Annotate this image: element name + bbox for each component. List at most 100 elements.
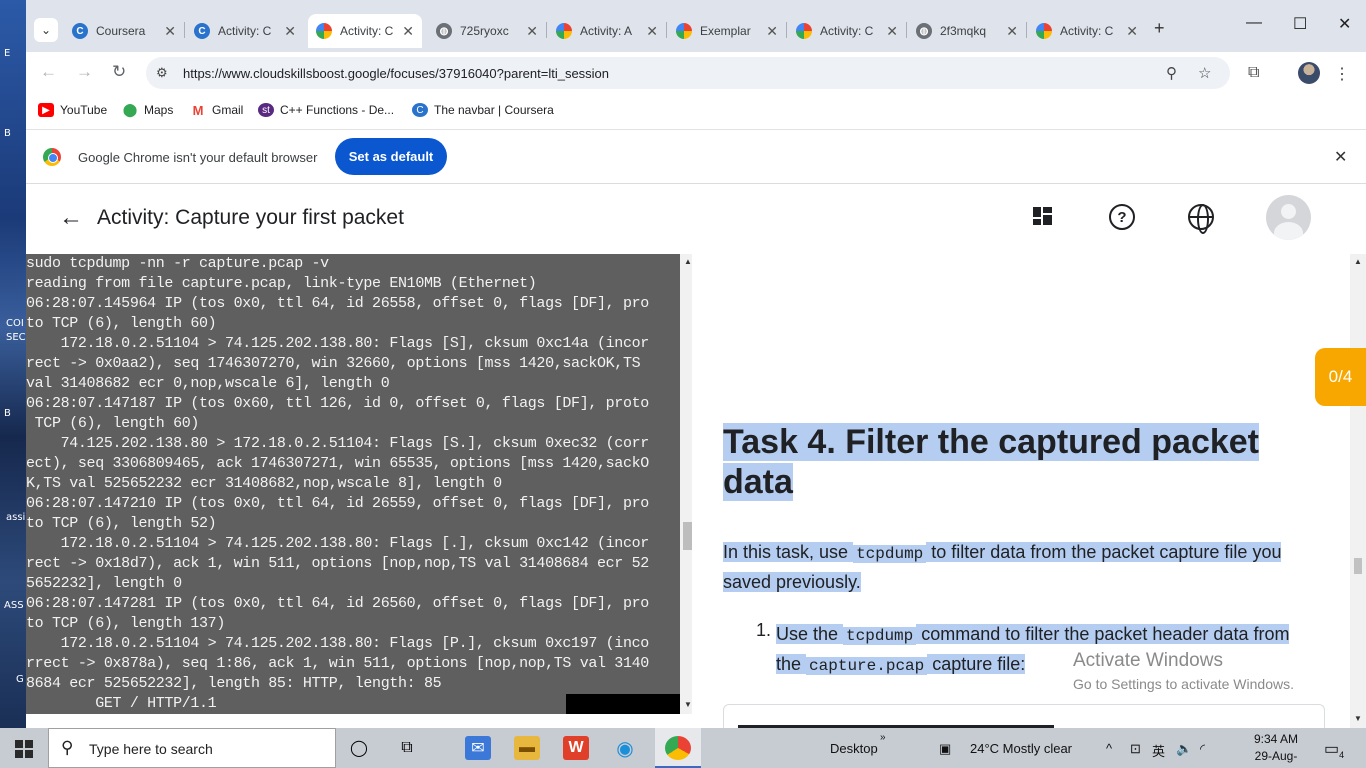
tab-search-button[interactable]: ⌄	[34, 18, 58, 42]
back-icon[interactable]: ←	[40, 62, 57, 82]
bookmark-maps[interactable]: ⬤ Maps	[122, 102, 174, 117]
maximize-icon[interactable]: ☐	[1293, 14, 1307, 34]
terminal-line: 172.18.0.2.51104 > 74.125.202.138.80: Fl…	[26, 635, 650, 652]
forward-icon[interactable]: →	[76, 62, 93, 82]
edge-icon[interactable]: ◉	[612, 736, 638, 760]
browser-tab[interactable]: Activity: A ✕	[548, 14, 666, 48]
terminal-line: ect), seq 3306809465, ack 1746307271, wi…	[26, 455, 649, 472]
coursera-icon: C	[412, 103, 428, 117]
close-tab-icon[interactable]: ✕	[526, 23, 538, 40]
help-icon[interactable]: ?	[1109, 204, 1135, 230]
wifi-icon[interactable]: ◜	[1200, 741, 1205, 757]
scroll-down-icon[interactable]: ▼	[1354, 714, 1362, 723]
back-arrow-icon[interactable]: ←	[59, 204, 83, 232]
browser-tab[interactable]: C Coursera ✕	[64, 14, 184, 48]
page-title: Activity: Capture your first packet	[97, 206, 404, 229]
chrome-taskbar-icon[interactable]	[665, 736, 691, 760]
browser-tab-active[interactable]: Activity: C ✕	[308, 14, 422, 48]
bookmark-label: YouTube	[60, 103, 108, 117]
windows-start-icon[interactable]	[15, 740, 33, 758]
tab-divider	[546, 22, 547, 38]
close-tab-icon[interactable]: ✕	[1126, 23, 1138, 40]
new-tab-button[interactable]: +	[1154, 18, 1165, 39]
address-bar[interactable]: ⚙ https://www.cloudskillsboost.google/fo…	[146, 57, 1230, 89]
progress-counter-badge[interactable]: 0/4	[1315, 348, 1366, 406]
bookmark-cpp-functions[interactable]: st C++ Functions - De...	[258, 103, 394, 117]
page-header: ← Activity: Capture your first packet ?	[26, 184, 1366, 254]
site-info-icon[interactable]: ⚙	[156, 65, 168, 81]
zoom-icon[interactable]: ⚲	[1166, 64, 1177, 82]
search-placeholder: Type here to search	[89, 741, 213, 757]
tab-title: Activity: C	[820, 24, 874, 38]
scrollbar-thumb[interactable]	[1354, 558, 1362, 574]
minimize-icon[interactable]: —	[1246, 14, 1262, 32]
notification-count: 4	[1339, 750, 1345, 761]
desktop-icon-label: COI	[6, 318, 24, 329]
google-cloud-icon	[1036, 23, 1052, 39]
bookmark-coursera-navbar[interactable]: C The navbar | Coursera	[412, 103, 554, 117]
close-tab-icon[interactable]: ✕	[164, 23, 176, 40]
weather-text[interactable]: 24°C Mostly clear	[970, 741, 1072, 756]
desktop-icon-label: SEC	[6, 332, 26, 343]
set-as-default-button[interactable]: Set as default	[335, 138, 447, 175]
browser-tab[interactable]: ◍ 2f3mqkq ✕	[908, 14, 1026, 48]
menu-kebab-icon[interactable]: ⋮	[1334, 64, 1350, 84]
bookmark-gmail[interactable]: M Gmail	[190, 103, 244, 118]
task-view-icon[interactable]: ⧉	[394, 736, 420, 760]
instructions-scrollbar[interactable]: ▲ ▼	[1350, 254, 1366, 728]
terminal-output[interactable]: sudo tcpdump -nn -r capture.pcap -v read…	[26, 254, 680, 714]
browser-tab[interactable]: ◍ 725ryoxc ✕	[428, 14, 546, 48]
terminal-line: 74.125.202.138.80 > 172.18.0.2.51104: Fl…	[26, 435, 650, 452]
language-globe-icon[interactable]	[1188, 204, 1214, 234]
activate-windows-watermark: Activate Windows Go to Settings to activ…	[1073, 650, 1294, 692]
file-explorer-icon[interactable]: ▬	[514, 736, 540, 760]
close-infobar-icon[interactable]: ✕	[1334, 147, 1347, 167]
close-tab-icon[interactable]: ✕	[886, 23, 898, 40]
reload-icon[interactable]: ↻	[112, 62, 126, 82]
chrome-logo-icon	[43, 148, 61, 166]
browser-toolbar: ← → ↻ ⚙ https://www.cloudskillsboost.goo…	[26, 52, 1366, 94]
mail-icon[interactable]: ✉	[465, 736, 491, 760]
tray-overflow-icon[interactable]: ^	[1106, 741, 1112, 756]
chevron-up-icon[interactable]: »	[880, 732, 886, 743]
wps-office-icon[interactable]: W	[563, 736, 589, 760]
ime-icon[interactable]: 英	[1152, 741, 1165, 760]
scroll-up-icon[interactable]: ▲	[1354, 257, 1362, 266]
browser-tab[interactable]: Exemplar ✕	[668, 14, 786, 48]
tab-title: 2f3mqkq	[940, 24, 987, 38]
close-tab-icon[interactable]: ✕	[402, 23, 414, 40]
bookmark-youtube[interactable]: ▶ YouTube	[38, 103, 107, 117]
browser-tab[interactable]: Activity: C ✕	[1028, 14, 1146, 48]
profile-avatar[interactable]	[1298, 62, 1320, 84]
system-clock[interactable]: 9:34 AM 29-Aug-24	[1249, 731, 1303, 768]
desktop-icon-label: ASS	[4, 600, 24, 611]
taskbar-search[interactable]: ⚲ Type here to search	[48, 728, 336, 768]
close-tab-icon[interactable]: ✕	[1006, 23, 1018, 40]
close-window-icon[interactable]: ✕	[1338, 14, 1351, 34]
scroll-down-icon[interactable]: ▼	[684, 700, 692, 709]
desktop-icon-label: G	[16, 674, 24, 685]
network-device-icon[interactable]: ⊡	[1130, 741, 1141, 757]
tab-title: Activity: C	[340, 24, 394, 38]
user-avatar[interactable]	[1266, 195, 1311, 240]
scroll-up-icon[interactable]: ▲	[684, 257, 692, 266]
tab-title: Activity: C	[218, 24, 272, 38]
terminal-line: rect -> 0x0aa2), seq 1746307270, win 326…	[26, 355, 641, 372]
bookmark-star-icon[interactable]: ☆	[1198, 64, 1211, 82]
close-tab-icon[interactable]: ✕	[646, 23, 658, 40]
browser-tab[interactable]: Activity: C ✕	[788, 14, 906, 48]
dashboard-grid-icon[interactable]	[1030, 204, 1056, 230]
close-tab-icon[interactable]: ✕	[766, 23, 778, 40]
notification-icon[interactable]: ▭4	[1324, 739, 1344, 760]
step-text: capture file:	[927, 654, 1026, 674]
desktop-icon-label: B	[4, 408, 11, 419]
weather-icon[interactable]: ▣	[939, 741, 951, 757]
command-code-block[interactable]	[723, 704, 1325, 728]
desktop-toolbar-label[interactable]: Desktop	[830, 741, 878, 756]
close-tab-icon[interactable]: ✕	[284, 23, 296, 40]
extensions-icon[interactable]: ⧉	[1248, 64, 1259, 82]
step-text: Use the	[776, 624, 844, 644]
cortana-icon[interactable]: ◯	[346, 736, 372, 760]
browser-tab[interactable]: C Activity: C ✕	[186, 14, 304, 48]
volume-icon[interactable]: 🔈	[1176, 741, 1192, 757]
